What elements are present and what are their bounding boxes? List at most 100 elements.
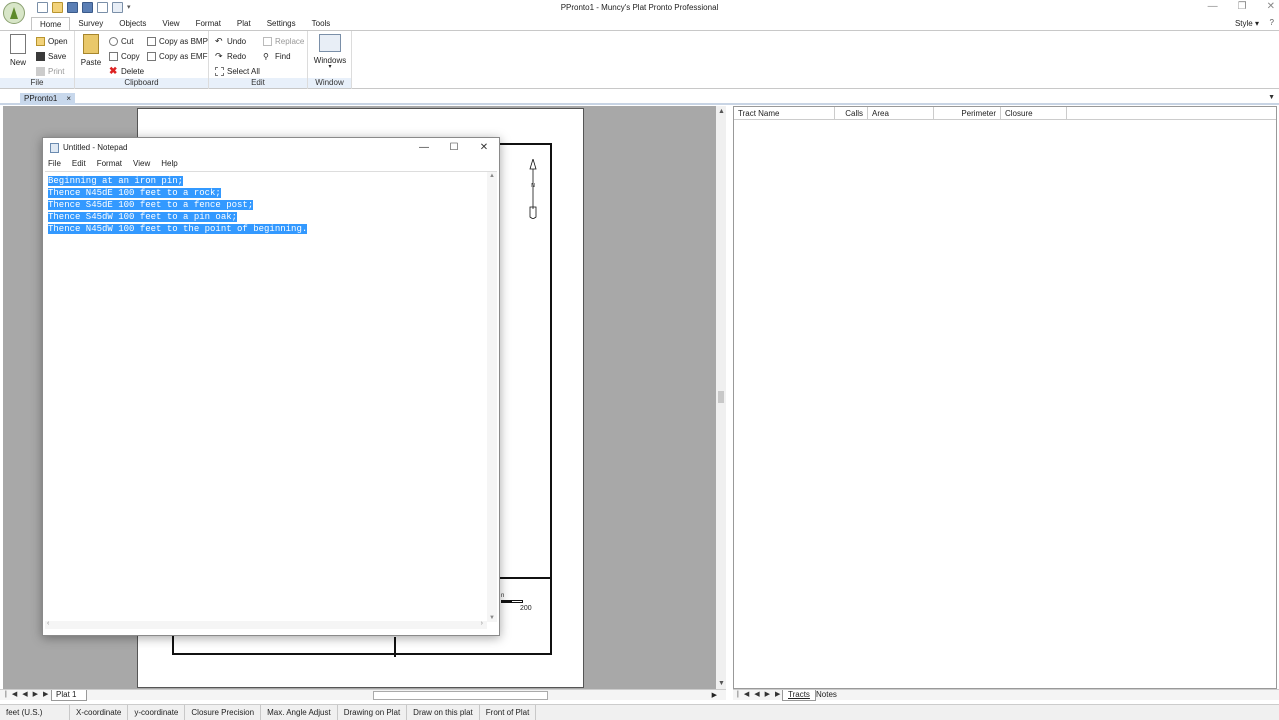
text-line-content: Thence N45dW 100 feet to the point of be… xyxy=(48,224,308,234)
scroll-down-icon[interactable]: ▼ xyxy=(718,680,725,687)
close-icon[interactable]: ✕ xyxy=(1267,1,1275,12)
text-line: Thence S45dW 100 feet to a pin oak; xyxy=(48,211,307,223)
cut-button[interactable]: Cut xyxy=(109,35,133,47)
window-title: PPronto1 - Muncy's Plat Pronto Professio… xyxy=(560,3,719,12)
tab-settings[interactable]: Settings xyxy=(259,17,304,30)
col-tract-name[interactable]: Tract Name xyxy=(734,107,835,119)
np-scroll-down-icon[interactable]: ▼ xyxy=(489,615,495,621)
find-button[interactable]: ⚲ Find xyxy=(263,50,291,62)
menu-help[interactable]: Help xyxy=(161,158,177,170)
help-icon[interactable]: ? xyxy=(1270,18,1274,27)
notepad-text-area[interactable]: Beginning at an iron pin; Thence N45dE 1… xyxy=(45,171,497,629)
app-logo-icon[interactable] xyxy=(3,2,25,24)
text-line-content: Thence S45dE 100 feet to a fence post; xyxy=(48,200,254,210)
scissors-icon xyxy=(109,36,118,46)
drawing-horizontal-scrollbar[interactable]: ▶ xyxy=(373,691,717,700)
windows-dropdown-icon: ▾ xyxy=(328,64,332,70)
copy-as-emf-button[interactable]: Copy as EMF xyxy=(147,50,207,62)
np-scroll-right-icon[interactable]: › xyxy=(481,620,483,627)
menu-edit[interactable]: Edit xyxy=(72,158,86,170)
copy-as-bmp-button[interactable]: Copy as BMP xyxy=(147,35,208,47)
replace-label: Replace xyxy=(275,36,305,46)
menu-view[interactable]: View xyxy=(133,158,150,170)
tab-format[interactable]: Format xyxy=(188,17,229,30)
document-tab[interactable]: PPronto1 × xyxy=(20,93,75,105)
scale-bar-label: n xyxy=(501,593,505,599)
tracts-grid-header: Tract Name Calls Area Perimeter Closure xyxy=(734,107,1276,120)
copy-button[interactable]: Copy xyxy=(109,50,140,62)
windows-button[interactable]: Windows ▾ xyxy=(313,34,347,70)
redo-button[interactable]: ↷ Redo xyxy=(215,50,246,62)
select-all-button[interactable]: Select All xyxy=(215,65,260,77)
maximize-icon[interactable]: ❐ xyxy=(1238,1,1247,12)
document-tab-label: PPronto1 xyxy=(24,94,58,103)
open-button[interactable]: Open xyxy=(36,35,68,47)
ribbon-tabs: Home Survey Objects View Format Plat Set… xyxy=(31,17,338,30)
col-closure[interactable]: Closure xyxy=(1001,107,1067,119)
open-label: Open xyxy=(48,36,68,46)
scrollbar-thumb[interactable] xyxy=(718,391,724,403)
notepad-maximize-icon[interactable]: ☐ xyxy=(447,141,461,155)
copy-label: Copy xyxy=(121,51,140,61)
sheet-tab-plat-1[interactable]: Plat 1 xyxy=(51,690,88,701)
printer-icon xyxy=(36,66,45,76)
tab-objects[interactable]: Objects xyxy=(111,17,154,30)
np-scroll-left-icon[interactable]: ‹ xyxy=(47,620,49,627)
notepad-minimize-icon[interactable]: — xyxy=(417,141,431,155)
status-bar: feet (U.S.) X-coordinate y-coordinate Cl… xyxy=(0,704,1279,720)
close-tab-icon[interactable]: × xyxy=(66,93,71,105)
copy-bmp-icon xyxy=(147,36,156,46)
tab-survey[interactable]: Survey xyxy=(70,17,111,30)
save-button[interactable]: Save xyxy=(36,50,66,62)
replace-button[interactable]: Replace xyxy=(263,35,304,47)
col-perimeter[interactable]: Perimeter xyxy=(934,107,1001,119)
style-label: Style xyxy=(1234,19,1253,28)
scroll-right-icon[interactable]: ▶ xyxy=(712,691,717,699)
style-menu[interactable]: Style ▾ xyxy=(1235,19,1259,28)
tab-tools[interactable]: Tools xyxy=(304,17,339,30)
notepad-horizontal-scrollbar[interactable]: ‹ › xyxy=(45,620,487,629)
col-area[interactable]: Area xyxy=(868,107,934,119)
print-button[interactable]: Print xyxy=(36,65,64,77)
right-panel-tab-bar: |◀◀▶▶| Tracts Notes xyxy=(733,689,1279,701)
notepad-window[interactable]: Untitled - Notepad — ☐ ✕ File Edit Forma… xyxy=(42,137,500,636)
minimize-icon[interactable]: — xyxy=(1208,1,1218,12)
scale-bar-value: 200 xyxy=(520,605,532,612)
notepad-vertical-scrollbar[interactable]: ▲ ▼ xyxy=(487,172,497,622)
status-max-angle: Max. Angle Adjust xyxy=(261,705,338,720)
text-line: Thence S45dE 100 feet to a fence post; xyxy=(48,199,307,211)
tab-view[interactable]: View xyxy=(154,17,187,30)
title-bar: ▾ PPronto1 - Muncy's Plat Pronto Profess… xyxy=(0,0,1279,24)
notepad-title-bar[interactable]: Untitled - Notepad — ☐ ✕ xyxy=(43,138,499,158)
status-closure-precision: Closure Precision xyxy=(185,705,262,720)
scroll-up-icon[interactable]: ▲ xyxy=(718,108,725,115)
tab-home[interactable]: Home xyxy=(31,17,71,30)
open-icon xyxy=(36,36,45,46)
undo-icon: ↶ xyxy=(215,35,223,46)
replace-icon xyxy=(263,36,272,46)
menu-format[interactable]: Format xyxy=(97,158,122,170)
drawing-vertical-scrollbar[interactable]: ▲ ▼ xyxy=(716,106,726,689)
clipboard-group-label: Clipboard xyxy=(75,78,208,88)
text-line-content: Thence S45dW 100 feet to a pin oak; xyxy=(48,212,238,222)
new-button[interactable]: New xyxy=(5,34,31,67)
print-label: Print xyxy=(48,66,65,76)
binoculars-icon: ⚲ xyxy=(263,51,269,61)
tab-list-dropdown-icon[interactable]: ▼ xyxy=(1268,94,1275,101)
col-calls[interactable]: Calls xyxy=(835,107,868,119)
new-file-icon xyxy=(10,34,26,54)
tab-plat[interactable]: Plat xyxy=(229,17,259,30)
hscroll-thumb[interactable] xyxy=(373,691,548,700)
np-scroll-up-icon[interactable]: ▲ xyxy=(489,173,495,179)
delete-button[interactable]: ✖ Delete xyxy=(109,65,144,77)
notepad-close-icon[interactable]: ✕ xyxy=(477,141,491,155)
paste-button[interactable]: Paste xyxy=(78,34,104,67)
tab-notes[interactable]: Notes xyxy=(811,690,842,701)
select-all-label: Select All xyxy=(227,66,260,76)
menu-file[interactable]: File xyxy=(48,158,61,170)
text-line-content: Beginning at an iron pin; xyxy=(48,176,184,186)
undo-button[interactable]: ↶ Undo xyxy=(215,35,246,47)
text-line: Beginning at an iron pin; xyxy=(48,175,307,187)
windows-icon xyxy=(319,34,341,52)
title-block-separator xyxy=(394,637,396,657)
